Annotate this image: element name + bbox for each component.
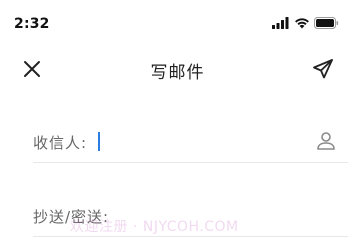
page-title: 写邮件	[150, 63, 205, 83]
status-time: 2:32	[14, 16, 50, 32]
recipient-field[interactable]: 收信人:	[33, 122, 348, 163]
battery-icon	[314, 17, 339, 29]
send-icon	[313, 59, 333, 79]
add-contact-button[interactable]	[314, 129, 338, 153]
contact-icon	[317, 132, 335, 150]
compose-header: 写邮件	[0, 48, 355, 90]
status-bar: 2:32	[0, 0, 355, 44]
send-button[interactable]	[311, 57, 335, 81]
wifi-icon	[294, 17, 310, 29]
signal-icon	[272, 17, 290, 29]
compose-mail-screen: 2:32 写邮件 收信人: 抄送/密送: 欢迎注册 · NJYCOH.COM	[0, 0, 355, 245]
recipient-input[interactable]	[103, 130, 307, 156]
status-icons	[272, 15, 339, 31]
recipient-label: 收信人:	[33, 134, 88, 152]
watermark-text: 欢迎注册 · NJYCOH.COM	[70, 219, 239, 235]
text-cursor	[98, 132, 100, 151]
